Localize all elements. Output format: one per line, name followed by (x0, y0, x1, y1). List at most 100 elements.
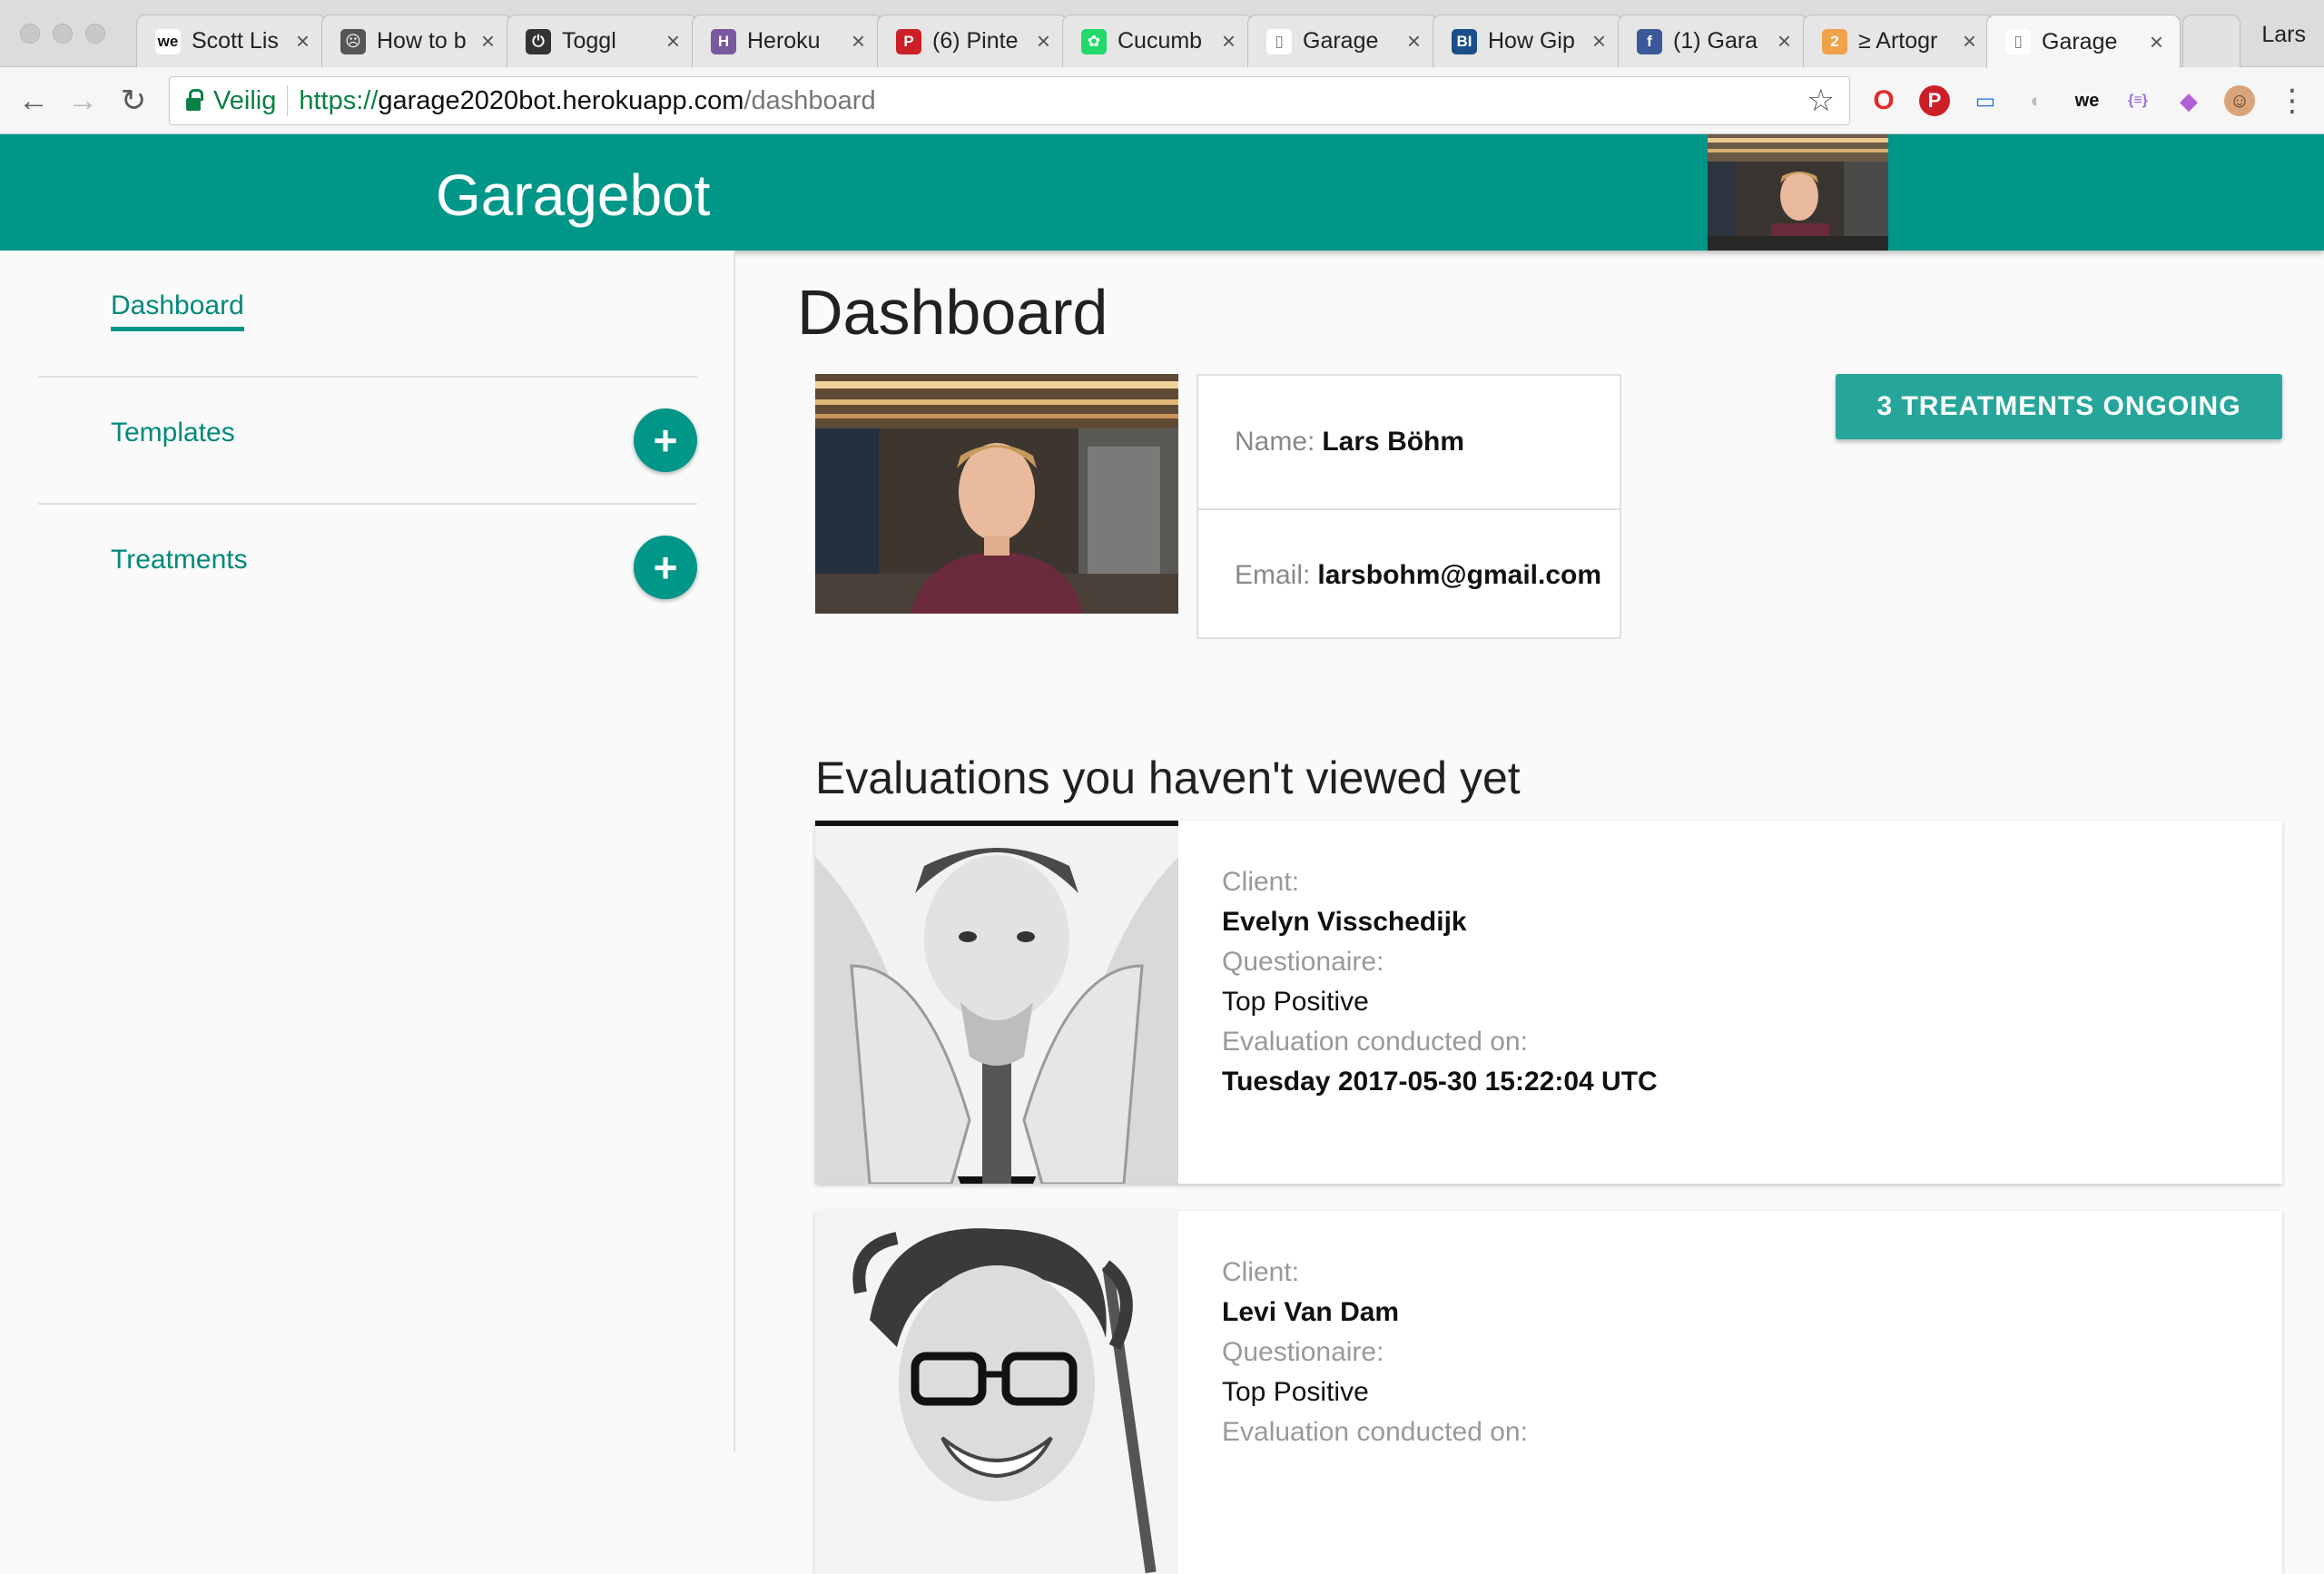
sidebar: Dashboard Templates + Treatments + (0, 251, 735, 1452)
browser-tab[interactable]: H Heroku × (692, 15, 882, 67)
browser-tab[interactable]: BI How Gip × (1433, 15, 1623, 67)
screen-capture-extension-icon[interactable]: ▭ (1970, 85, 2001, 116)
evaluation-date: Tuesday 2017-05-30 15:22:04 UTC (1222, 1067, 1658, 1097)
address-bar[interactable]: Veilig https://garage2020bot.herokuapp.c… (169, 76, 1850, 125)
browser-tab-label: Toggl (562, 28, 616, 54)
add-treatment-button[interactable]: + (634, 536, 697, 599)
menu-kebab-icon[interactable]: ⋮ (2271, 80, 2313, 122)
we-extension-icon[interactable]: we (2072, 85, 2102, 116)
browser-tab-label: How to b (377, 28, 467, 54)
back-arrow-icon[interactable]: ← (13, 80, 54, 122)
close-icon[interactable]: × (1592, 27, 1606, 55)
close-icon[interactable]: × (2150, 28, 2163, 56)
browser-toolbar: ← → ↻ Veilig https://garage2020bot.herok… (0, 67, 2324, 134)
browser-tab[interactable]: ☹ How to b × (321, 15, 512, 67)
browser-tab-label: Cucumb (1118, 28, 1203, 54)
window-close-button[interactable] (20, 24, 40, 44)
email-row: Email: larsbohm@gmail.com (1198, 508, 1620, 641)
close-icon[interactable]: × (852, 27, 865, 55)
bookmark-star-icon[interactable]: ☆ (1807, 83, 1835, 119)
close-icon[interactable]: × (1037, 27, 1050, 55)
evaluation-card[interactable]: Client: Evelyn Visschedijk Questionaire:… (815, 821, 2282, 1184)
pinterest-extension-icon[interactable]: P (1919, 85, 1950, 116)
browser-tab-label: (1) Gara (1673, 28, 1758, 54)
heroku-icon: H (711, 28, 736, 54)
browser-tab[interactable]: ▯ Garage × (1986, 15, 2181, 68)
sidebar-item-label[interactable]: Dashboard (111, 290, 244, 331)
evaluation-card[interactable]: Client: Levi Van Dam Questionaire: Top P… (815, 1211, 2282, 1574)
browser-tab[interactable]: ⏻ Toggl × (507, 15, 697, 67)
folder-icon: ☹ (340, 28, 366, 54)
questionnaire-label: Questionaire: (1222, 947, 1384, 977)
browser-tab[interactable]: we Scott Lis × (136, 15, 327, 67)
reload-icon[interactable]: ↻ (113, 80, 154, 122)
forward-arrow-icon[interactable]: → (62, 80, 103, 122)
close-icon[interactable]: × (1222, 27, 1236, 55)
sidebar-item-label[interactable]: Templates (111, 418, 235, 448)
browser-tab[interactable]: ▯ Garage × (1247, 15, 1438, 67)
client-name: Levi Van Dam (1222, 1297, 1400, 1327)
pinterest-icon: P (896, 28, 921, 54)
sidebar-item-templates[interactable]: Templates + (38, 378, 697, 505)
close-icon[interactable]: × (1777, 27, 1791, 55)
browser-tab[interactable]: f (1) Gara × (1618, 15, 1808, 67)
browser-tab[interactable]: ✿ Cucumb × (1062, 15, 1253, 67)
app-brand[interactable]: Garagebot (436, 162, 710, 229)
questionnaire-label: Questionaire: (1222, 1337, 1384, 1367)
evaluation-details: Client: Evelyn Visschedijk Questionaire:… (1222, 862, 1658, 1102)
sync-extension-icon[interactable]: ◐ (2021, 85, 2052, 116)
close-icon[interactable]: × (1407, 27, 1421, 55)
browser-profile-name[interactable]: Lars (2261, 22, 2306, 48)
browser-tab-label: ≥ Artogr (1858, 28, 1938, 54)
close-icon[interactable]: × (666, 27, 680, 55)
secure-label: Veilig (213, 85, 277, 115)
json-extension-icon[interactable]: {≡} (2122, 85, 2153, 116)
page-title: Dashboard (797, 277, 1108, 348)
client-name: Evelyn Visschedijk (1222, 907, 1467, 937)
url-host: garage2020bot.herokuapp.com (378, 85, 744, 115)
profile-photo (815, 374, 1178, 614)
browser-tab-label: Scott Lis (192, 28, 279, 54)
window-minimize-button[interactable] (53, 24, 73, 44)
questionnaire-name: Top Positive (1222, 1377, 1369, 1407)
avatar-extension-icon[interactable]: ☺ (2224, 85, 2255, 116)
name-value: Lars Böhm (1322, 427, 1465, 457)
opera-extension-icon[interactable]: O (1868, 85, 1899, 116)
address-divider (287, 85, 289, 116)
page-icon: ▯ (2005, 29, 2031, 54)
cucumber-icon: ✿ (1081, 28, 1107, 54)
bi-icon: BI (1452, 28, 1477, 54)
feather-extension-icon[interactable]: ◆ (2173, 85, 2204, 116)
evaluation-date-label: Evaluation conducted on: (1222, 1027, 1528, 1057)
browser-tab[interactable]: 2 ≥ Artogr × (1803, 15, 1994, 67)
close-icon[interactable]: × (481, 27, 495, 55)
treatments-ongoing-button[interactable]: 3 TREATMENTS ONGOING (1836, 374, 2282, 439)
email-label: Email: (1235, 560, 1311, 590)
add-template-button[interactable]: + (634, 408, 697, 472)
client-photo (815, 821, 1178, 1184)
client-photo (815, 1211, 1178, 1574)
name-row: Name: Lars Böhm (1198, 376, 1620, 508)
sidebar-item-treatments[interactable]: Treatments + (38, 505, 697, 632)
sidebar-item-label[interactable]: Treatments (111, 545, 248, 575)
power-icon: ⏻ (526, 28, 551, 54)
browser-tab-strip: we Scott Lis × ☹ How to b × ⏻ Toggl × H Heroku × P (6… (0, 0, 2324, 68)
new-tab-button[interactable] (2182, 15, 2240, 67)
main-content: Dashboard Name: Lars Böhm Email: larsboh… (737, 251, 2324, 1574)
window-zoom-button[interactable] (85, 24, 105, 44)
sidebar-item-dashboard[interactable]: Dashboard (38, 251, 697, 378)
app-header: Garagebot (0, 134, 2324, 251)
evaluation-details: Client: Levi Van Dam Questionaire: Top P… (1222, 1253, 1528, 1452)
page-icon: ▯ (1266, 28, 1292, 54)
evaluation-date-label: Evaluation conducted on: (1222, 1417, 1528, 1447)
email-value: larsbohm@gmail.com (1317, 560, 1602, 590)
close-icon[interactable]: × (296, 27, 310, 55)
browser-tab-label: Heroku (747, 28, 821, 54)
header-avatar[interactable] (1708, 134, 1888, 251)
questionnaire-name: Top Positive (1222, 987, 1369, 1017)
lock-icon (186, 89, 203, 111)
url-scheme: https:// (299, 85, 379, 115)
browser-tab[interactable]: P (6) Pinte × (877, 15, 1068, 67)
close-icon[interactable]: × (1963, 27, 1976, 55)
url-path: /dashboard (743, 85, 876, 115)
